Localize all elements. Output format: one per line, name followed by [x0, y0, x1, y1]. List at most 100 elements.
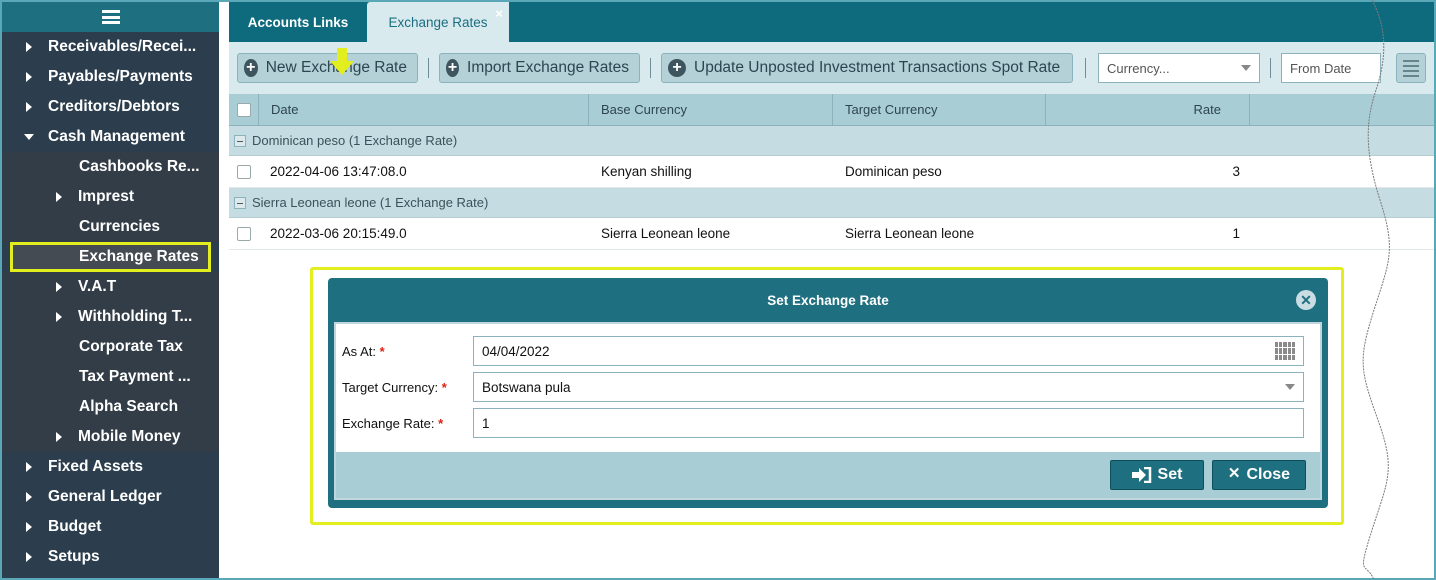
sidebar-item-label: Mobile Money — [78, 428, 181, 445]
from-date-input[interactable]: From Date — [1281, 53, 1381, 83]
field-value: 04/04/2022 — [482, 343, 550, 359]
required-marker: * — [379, 343, 385, 359]
as-at-date-field[interactable]: 04/04/2022 — [473, 336, 1304, 366]
toolbar-separator — [1270, 58, 1271, 78]
cell-target-currency: Dominican peso — [845, 164, 942, 179]
options-menu-icon[interactable] — [1396, 53, 1426, 83]
exchange-rate-input[interactable]: 1 — [473, 408, 1304, 438]
import-exchange-rates-button[interactable]: + Import Exchange Rates — [439, 53, 640, 83]
target-currency-row: Target Currency: * Botswana pula — [342, 372, 1310, 402]
group-row[interactable]: Dominican peso (1 Exchange Rate) — [229, 126, 1434, 156]
sidebar-item-exchange-rates[interactable]: Exchange Rates — [10, 242, 211, 272]
sidebar-menu: Receivables/Recei... Payables/Payments Cre… — [2, 32, 219, 572]
exchange-rate-row: Exchange Rate: * 1 — [342, 408, 1310, 438]
close-button[interactable]: ✕ Close — [1212, 460, 1306, 490]
sidebar-item-label: Imprest — [78, 188, 134, 205]
tab-bar: Accounts Links Exchange Rates × — [229, 2, 1434, 42]
collapse-group-icon[interactable] — [234, 196, 246, 209]
row-select-cell — [229, 164, 259, 179]
dialog-footer: Set ✕ Close — [336, 452, 1320, 498]
sidebar-item-tax-payment[interactable]: Tax Payment ... — [2, 362, 219, 392]
pointer-arrow-icon — [330, 48, 354, 75]
as-at-label: As At: * — [342, 344, 473, 359]
tab-label: Accounts Links — [247, 14, 349, 30]
toolbar-separator — [650, 58, 651, 78]
sidebar-item-label: Cashbooks Re... — [79, 158, 200, 175]
cell-base-currency: Sierra Leonean leone — [601, 226, 731, 241]
close-icon[interactable]: ✕ — [1296, 290, 1316, 310]
table-row[interactable]: 2022-04-06 13:47:08.0 Kenyan shilling Do… — [229, 156, 1434, 188]
group-row[interactable]: Sierra Leonean leone (1 Exchange Rate) — [229, 188, 1434, 218]
sidebar-item-imprest[interactable]: Imprest — [2, 182, 219, 212]
sidebar-item-label: Creditors/Debtors — [48, 98, 180, 115]
caret-right-icon — [24, 492, 34, 502]
plus-circle-icon: + — [244, 59, 258, 77]
column-header-base-currency[interactable]: Base Currency — [589, 94, 833, 125]
caret-right-icon — [54, 432, 64, 442]
cell-rate: 3 — [1232, 164, 1240, 179]
sidebar-item-label: General Ledger — [48, 488, 162, 505]
tab-accounts-links[interactable]: Accounts Links — [229, 2, 367, 42]
hamburger-menu-icon[interactable] — [101, 10, 120, 24]
sidebar-item-label: Alpha Search — [79, 398, 179, 415]
tab-exchange-rates[interactable]: Exchange Rates × — [367, 2, 509, 42]
dialog-body: As At: * 04/04/2022 Target Currency: * B… — [334, 322, 1322, 500]
sidebar-item-cashbooks-re[interactable]: Cashbooks Re... — [2, 152, 219, 182]
calendar-icon[interactable] — [1275, 342, 1295, 360]
sidebar-item-creditors-debtors[interactable]: Creditors/Debtors — [2, 92, 219, 122]
tab-close-icon[interactable]: × — [495, 6, 503, 21]
sidebar-item-alpha-search[interactable]: Alpha Search — [2, 392, 219, 422]
sidebar-item-currencies[interactable]: Currencies — [2, 212, 219, 242]
sidebar-item-setups[interactable]: Setups — [2, 542, 219, 572]
toolbar-separator — [1085, 58, 1086, 78]
select-all-checkbox[interactable] — [236, 102, 251, 117]
update-spot-rate-button[interactable]: + Update Unposted Investment Transaction… — [661, 53, 1073, 83]
grid-header: Date Base Currency Target Currency Rate — [229, 94, 1434, 126]
field-value: Botswana pula — [482, 379, 571, 395]
sidebar-item-budget[interactable]: Budget — [2, 512, 219, 542]
chevron-down-icon — [1241, 65, 1251, 71]
plus-circle-icon: + — [446, 59, 460, 77]
row-checkbox[interactable] — [237, 164, 251, 179]
sidebar-item-label: Withholding T... — [78, 308, 193, 325]
sidebar-item-withholding-t[interactable]: Withholding T... — [2, 302, 219, 332]
currency-placeholder: Currency... — [1107, 60, 1170, 76]
collapse-group-icon[interactable] — [234, 134, 246, 147]
button-label: Close — [1246, 466, 1291, 483]
sidebar-item-receivables-recei[interactable]: Receivables/Recei... — [2, 32, 219, 62]
target-currency-select[interactable]: Botswana pula — [473, 372, 1304, 402]
sidebar-item-v-a-t[interactable]: V.A.T — [2, 272, 219, 302]
sidebar-item-fixed-assets[interactable]: Fixed Assets — [2, 452, 219, 482]
field-value: 1 — [482, 415, 490, 431]
caret-right-icon — [24, 462, 34, 472]
button-label: Update Unposted Investment Transactions … — [694, 59, 1061, 76]
cell-date: 2022-04-06 13:47:08.0 — [270, 164, 407, 179]
dialog-title-bar: Set Exchange Rate ✕ — [328, 278, 1328, 322]
chevron-down-icon[interactable] — [1285, 384, 1295, 390]
sidebar-item-label: Payables/Payments — [48, 68, 193, 85]
group-label: Dominican peso (1 Exchange Rate) — [252, 133, 458, 148]
column-header-date[interactable]: Date — [259, 94, 589, 125]
sign-in-icon — [1131, 467, 1151, 483]
sidebar-item-label: Budget — [48, 518, 102, 535]
cell-target-currency: Sierra Leonean leone — [845, 226, 975, 241]
sidebar-item-corporate-tax[interactable]: Corporate Tax — [2, 332, 219, 362]
required-marker: * — [438, 415, 444, 431]
field-label: Exchange Rate: — [342, 415, 435, 431]
sidebar-item-payables-payments[interactable]: Payables/Payments — [2, 62, 219, 92]
caret-right-icon — [24, 72, 34, 82]
as-at-row: As At: * 04/04/2022 — [342, 336, 1310, 366]
column-header-target-currency[interactable]: Target Currency — [833, 94, 1046, 125]
new-exchange-rate-button[interactable]: + New Exchange Rate — [237, 48, 418, 83]
currency-select[interactable]: Currency... — [1098, 53, 1260, 83]
table-row[interactable]: 2022-03-06 20:15:49.0 Sierra Leonean leo… — [229, 218, 1434, 250]
plus-circle-icon: + — [668, 59, 686, 77]
sidebar-item-cash-management[interactable]: Cash Management — [2, 122, 219, 152]
row-checkbox[interactable] — [237, 226, 251, 241]
column-header-rate[interactable]: Rate — [1046, 94, 1250, 125]
sidebar-item-mobile-money[interactable]: Mobile Money — [2, 422, 219, 452]
sidebar: Receivables/Recei... Payables/Payments Cre… — [2, 2, 219, 578]
sidebar-item-general-ledger[interactable]: General Ledger — [2, 482, 219, 512]
exchange-rates-grid: Date Base Currency Target Currency Rate … — [229, 94, 1434, 250]
set-button[interactable]: Set — [1110, 460, 1204, 490]
